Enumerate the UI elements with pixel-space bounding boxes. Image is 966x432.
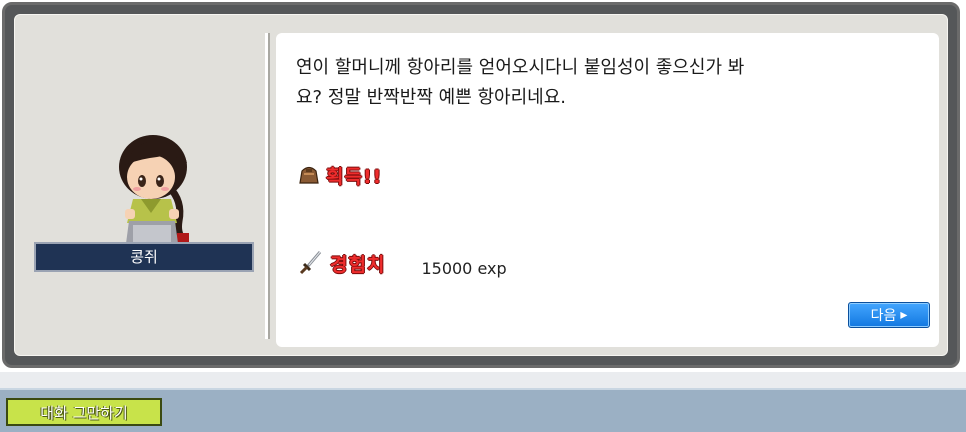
dialog-body: 콩쥐 연이 할머니께 항아리를 얻어오시다니 붙임성이 좋으신가 봐 요? 정말…: [14, 14, 948, 356]
npc-dialog-window: 콩쥐 연이 할머니께 항아리를 얻어오시다니 붙임성이 좋으신가 봐 요? 정말…: [2, 2, 960, 368]
next-button-label: 다음: [870, 308, 897, 324]
sword-icon: [299, 251, 322, 275]
divider: [265, 33, 270, 339]
reward-acquire-row: 획득!!: [298, 163, 383, 188]
bag-icon: [299, 166, 319, 184]
end-chat-button[interactable]: 대화 그만하기: [6, 398, 162, 426]
npc-portrait: [119, 135, 189, 255]
bottom-bar: 대화 그만하기: [0, 388, 966, 432]
next-arrow-icon: ▸: [900, 307, 908, 323]
reward-acquire-label: 획득!!: [326, 165, 383, 188]
next-button[interactable]: 다음 ▸: [848, 302, 930, 328]
dialog-text-panel: 연이 할머니께 항아리를 얻어오시다니 붙임성이 좋으신가 봐 요? 정말 반짝…: [276, 33, 939, 347]
reward-exp-row: 경험치 15000 exp: [298, 249, 507, 278]
npc-name-plate: 콩쥐: [34, 242, 254, 272]
reward-exp-label: 경험치: [330, 253, 386, 276]
exp-value: 15000 exp: [421, 258, 507, 278]
dialog-message: 연이 할머니께 항아리를 얻어오시다니 붙임성이 좋으신가 봐 요? 정말 반짝…: [296, 57, 745, 108]
